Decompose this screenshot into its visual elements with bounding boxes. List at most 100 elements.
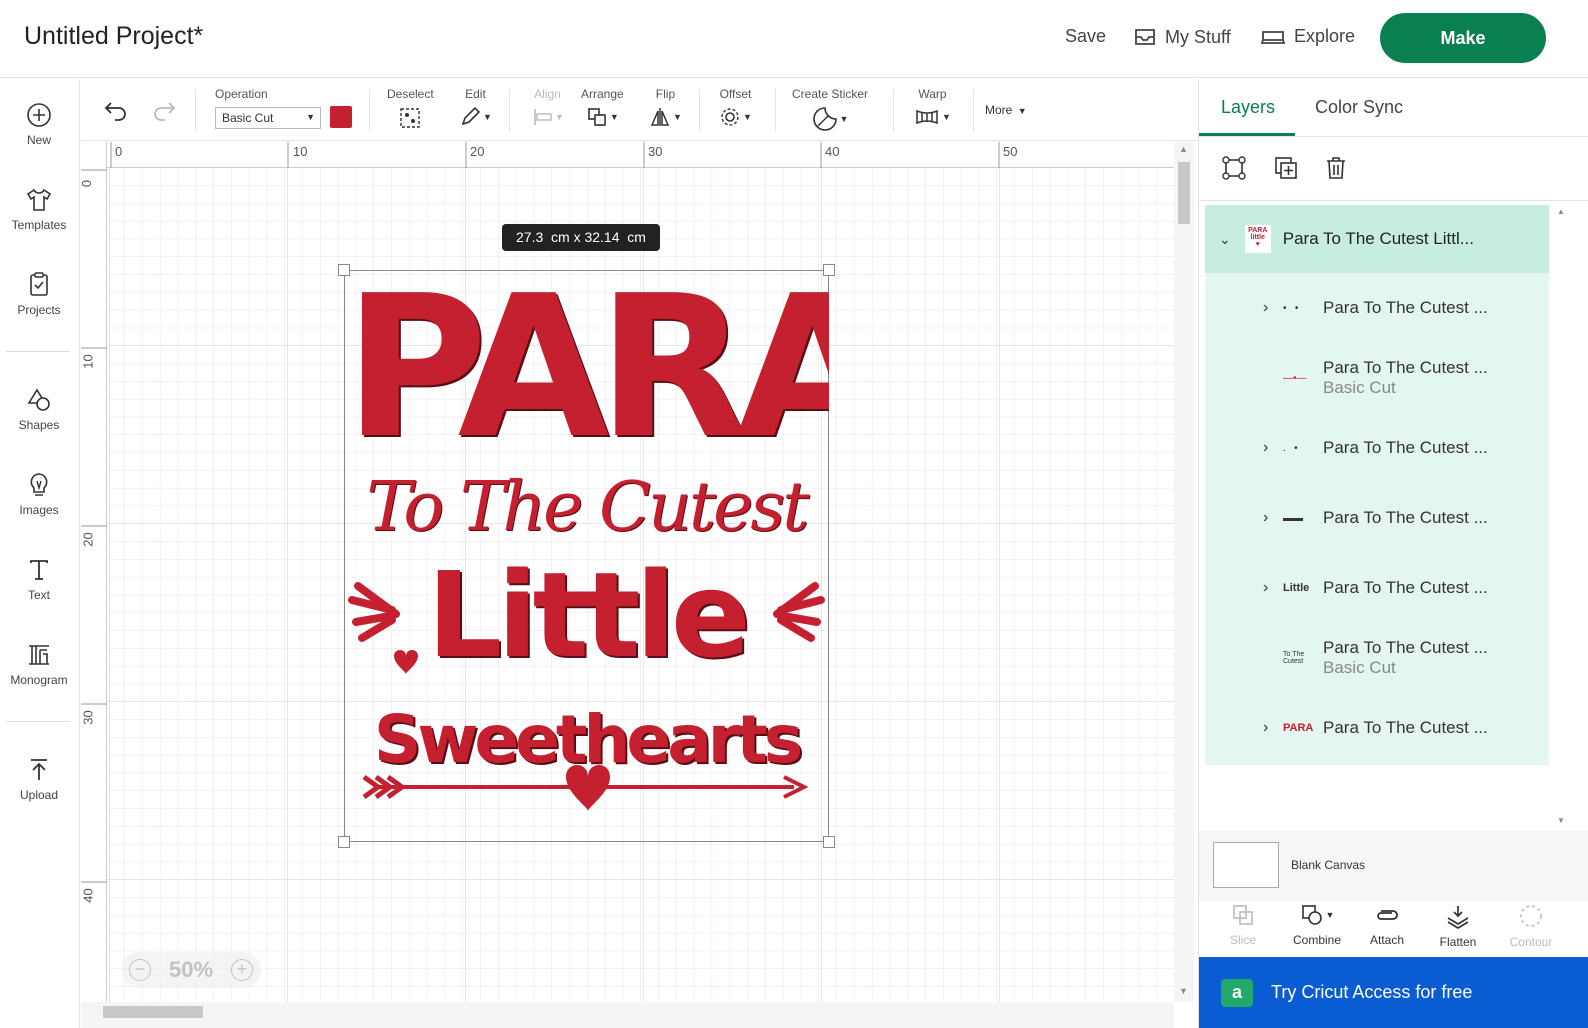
chevron-right-icon[interactable]: ›	[1263, 509, 1283, 527]
toolbar-divider	[369, 89, 370, 131]
create-sticker-button[interactable]: Create Sticker ▼	[792, 87, 868, 132]
group-icon[interactable]	[1221, 155, 1247, 181]
scroll-thumb[interactable]	[103, 1006, 203, 1018]
canvas-vertical-scrollbar[interactable]: ▲ ▼	[1174, 142, 1194, 1002]
arrange-button[interactable]: Arrange ▼	[581, 87, 624, 128]
offset-button[interactable]: Offset ▼	[719, 87, 752, 128]
trash-icon[interactable]	[1323, 155, 1349, 181]
scroll-up-icon[interactable]: ▲	[1557, 207, 1565, 216]
make-button[interactable]: Make	[1380, 13, 1546, 63]
design-artwork[interactable]: PARA To The Cutest Little Sweethearts	[344, 270, 829, 842]
nav-new[interactable]: New	[0, 101, 78, 171]
explore-button[interactable]: Explore	[1260, 26, 1355, 47]
align-button[interactable]: Align ▼	[531, 87, 564, 128]
chevron-down-icon: ▼	[483, 112, 492, 122]
create-sticker-label: Create Sticker	[792, 87, 869, 101]
tab-color-sync[interactable]: Color Sync	[1315, 97, 1403, 118]
toolbar-divider	[775, 89, 776, 131]
layer-row[interactable]: To The Cutest Para To The Cutest ... Bas…	[1211, 623, 1553, 693]
slice-button[interactable]: Slice	[1213, 903, 1273, 947]
deselect-icon	[400, 108, 421, 128]
canvas-thumbnail	[1213, 842, 1279, 888]
operation-color-swatch[interactable]	[330, 106, 352, 128]
nav-text[interactable]: Text	[0, 556, 78, 626]
nav-shapes-label: Shapes	[18, 418, 60, 432]
flip-icon	[650, 108, 670, 126]
layer-row[interactable]: › Little Para To The Cutest ...	[1211, 553, 1553, 623]
operation-select[interactable]: Basic Cut ▼	[215, 107, 321, 129]
layer-group-row[interactable]: ⌄ PARA little ♥ Para To The Cutest Littl..…	[1205, 205, 1549, 273]
chevron-down-icon[interactable]: ⌄	[1219, 231, 1231, 248]
scroll-down-icon[interactable]: ▼	[1557, 816, 1565, 825]
flatten-button[interactable]: Flatten	[1428, 903, 1488, 949]
tab-layers[interactable]: Layers	[1221, 97, 1275, 118]
chevron-right-icon[interactable]: ›	[1263, 719, 1283, 737]
layer-row[interactable]: › PARA Para To The Cutest ...	[1211, 693, 1553, 763]
nav-projects[interactable]: Projects	[0, 271, 78, 341]
nav-upload-label: Upload	[19, 788, 59, 802]
duplicate-icon[interactable]	[1273, 155, 1299, 181]
redo-icon[interactable]	[151, 99, 177, 121]
nav-shapes[interactable]: Shapes	[0, 386, 78, 456]
blank-canvas-label: Blank Canvas	[1291, 858, 1366, 872]
layers-scrollbar[interactable]: ▲ ▼	[1555, 205, 1569, 825]
chevron-right-icon[interactable]: ›	[1263, 299, 1283, 317]
explore-label: Explore	[1294, 26, 1356, 46]
combine-button[interactable]: ▼ Combine	[1287, 903, 1347, 947]
ruler-top-lines	[110, 142, 1000, 168]
nav-upload[interactable]: Upload	[0, 756, 78, 826]
layer-operation: Basic Cut	[1323, 378, 1396, 397]
layer-thumbnail: PARA	[1283, 722, 1314, 734]
contour-button[interactable]: Contour	[1501, 903, 1561, 949]
attach-button[interactable]: Attach	[1357, 903, 1417, 947]
more-label: More	[985, 103, 1013, 117]
flip-button[interactable]: Flip ▼	[649, 87, 682, 128]
operation-group: Operation	[215, 87, 268, 106]
canvas-horizontal-scrollbar[interactable]	[81, 1002, 1174, 1028]
ruler-top: 0 10 20 30 40 50	[81, 142, 1174, 168]
layer-row[interactable]: › • • Para To The Cutest ...	[1211, 273, 1553, 343]
layer-row[interactable]: —•— Para To The Cutest ... Basic Cut	[1211, 343, 1553, 413]
cricut-access-banner[interactable]: a Try Cricut Access for free	[1199, 957, 1588, 1028]
nav-images[interactable]: Images	[0, 471, 78, 541]
my-stuff-button[interactable]: My Stuff	[1133, 26, 1231, 48]
project-title[interactable]: Untitled Project*	[24, 22, 203, 51]
design-canvas[interactable]: 0 10 20 30 40 50 0 10 20 30 40 27.3 cm x…	[81, 142, 1174, 1002]
flatten-icon	[1447, 906, 1469, 929]
deselect-button[interactable]: Deselect	[387, 87, 434, 130]
nav-divider	[6, 721, 70, 722]
chevron-right-icon[interactable]: ›	[1263, 439, 1283, 457]
blank-canvas-row[interactable]: Blank Canvas	[1199, 831, 1588, 901]
nav-monogram[interactable]: Monogram	[0, 641, 78, 711]
more-button[interactable]: More ▼	[985, 103, 1027, 117]
save-button[interactable]: Save	[1065, 26, 1106, 47]
text-icon	[30, 560, 48, 580]
warp-button[interactable]: Warp ▼	[914, 87, 951, 128]
ruler-tick: 40	[81, 888, 96, 903]
nav-templates[interactable]: Templates	[0, 186, 78, 256]
scroll-down-icon[interactable]: ▼	[1179, 986, 1188, 996]
zoom-in-icon[interactable]: +	[230, 959, 253, 981]
combine-label: Combine	[1292, 933, 1342, 947]
layer-thumbnail: —•—	[1283, 372, 1307, 384]
machine-icon	[1260, 30, 1286, 44]
zoom-out-icon[interactable]: −	[129, 959, 151, 981]
scroll-thumb[interactable]	[1178, 162, 1190, 224]
edit-button[interactable]: Edit ▼	[459, 87, 492, 128]
zoom-level: 50%	[168, 957, 214, 982]
nav-monogram-label: Monogram	[10, 673, 68, 687]
undo-icon[interactable]	[103, 99, 129, 121]
chevron-down-icon: ▼	[609, 112, 619, 122]
layer-name: Para To The Cutest ...	[1323, 508, 1488, 527]
layer-row[interactable]: › ▬▬ Para To The Cutest ...	[1211, 483, 1553, 553]
layer-name: Para To The Cutest ...	[1323, 358, 1488, 377]
layer-name: Para To The Cutest ...	[1323, 718, 1488, 737]
deselect-label: Deselect	[387, 87, 434, 101]
scroll-up-icon[interactable]: ▲	[1179, 144, 1188, 154]
chevron-right-icon[interactable]: ›	[1263, 579, 1283, 597]
layer-operation: Basic Cut	[1323, 658, 1396, 677]
layer-row[interactable]: › . • Para To The Cutest ...	[1211, 413, 1553, 483]
shirt-icon	[26, 188, 52, 211]
my-stuff-label: My Stuff	[1165, 26, 1231, 47]
plus-circle-icon	[27, 103, 51, 127]
